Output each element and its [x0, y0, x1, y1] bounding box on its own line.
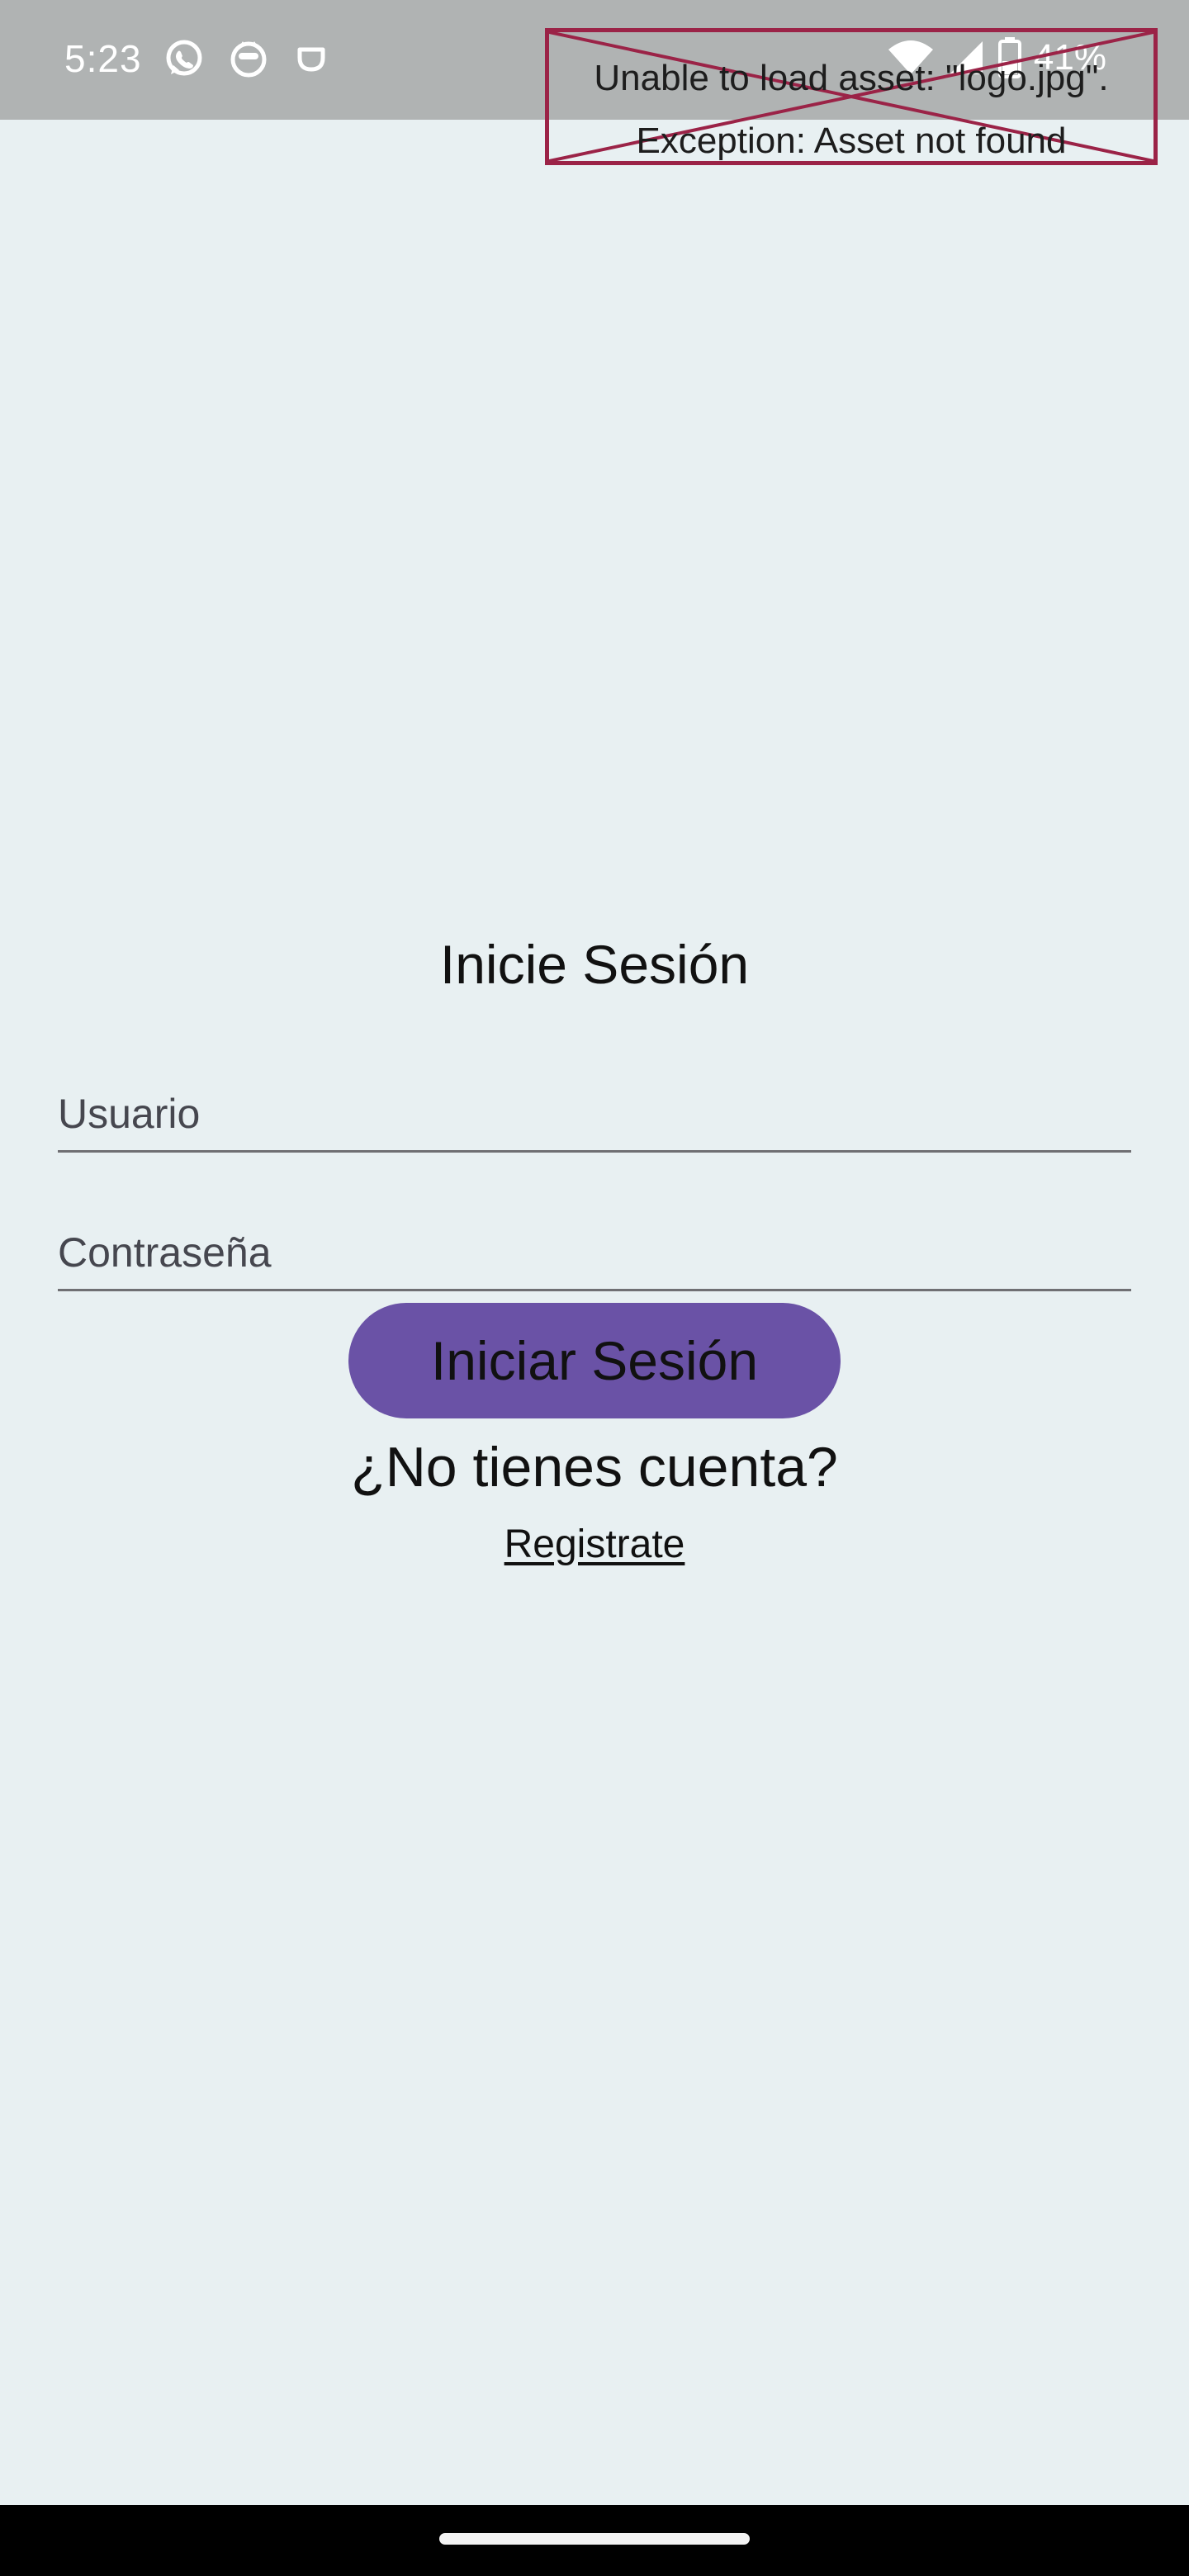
error-message: Unable to load asset: "logo.jpg". Except…: [549, 47, 1153, 173]
error-line-1: Unable to load asset: "logo.jpg".: [594, 58, 1109, 98]
register-link-container: Registrate: [0, 1522, 1189, 1567]
password-field[interactable]: Contraseña: [58, 1184, 1131, 1291]
username-field[interactable]: Usuario: [58, 1045, 1131, 1153]
home-handle[interactable]: [439, 2533, 750, 2545]
whatsapp-icon: [166, 40, 202, 76]
page-title: Inicie Sesión: [439, 934, 750, 995]
cat-app-icon: [230, 41, 267, 78]
status-time: 5:23: [64, 37, 142, 80]
error-line-2: Exception: Asset not found: [636, 121, 1067, 161]
password-label: Contraseña: [58, 1229, 272, 1276]
username-label: Usuario: [58, 1091, 201, 1137]
no-account-text: ¿No tienes cuenta?: [351, 1436, 838, 1499]
cup-app-icon: [297, 47, 325, 72]
navigation-bar: [0, 2505, 1189, 2576]
register-link[interactable]: Registrate: [504, 1522, 685, 1566]
login-button[interactable]: Iniciar Sesión: [348, 1303, 841, 1418]
image-load-error: Unable to load asset: "logo.jpg". Except…: [545, 28, 1158, 165]
